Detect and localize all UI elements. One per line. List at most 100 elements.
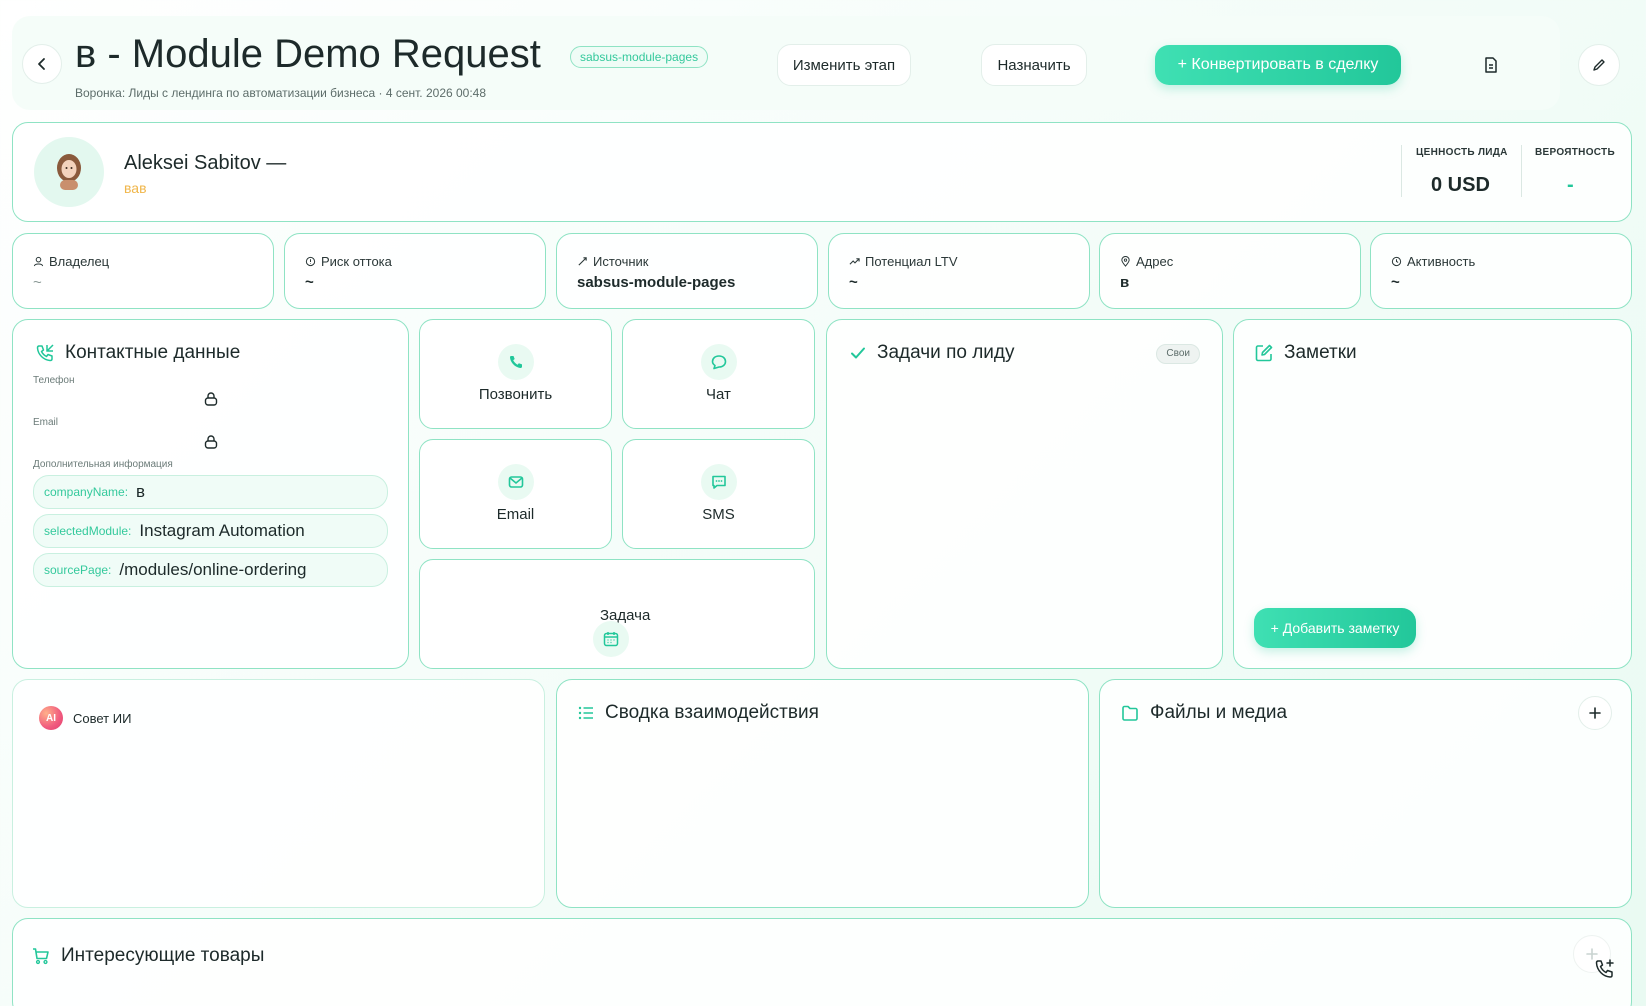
phone-icon [497,344,534,380]
floating-call-button[interactable] [1590,954,1620,984]
interaction-summary-card: Сводка взаимодействия [556,679,1089,908]
plus-icon [1588,706,1602,720]
call-label: Позвонить [478,386,553,403]
field-value: в [136,482,146,501]
info-card-ltv: Потенциал LTV ~ [828,233,1090,309]
lead-value: 0 USD [1431,174,1490,196]
email-action-label: Email [496,506,535,523]
phone-label: Телефон [33,375,75,386]
source-icon [577,256,588,267]
ai-badge-text: AI [46,712,56,724]
info-label: Источник [593,254,649,269]
call-action[interactable]: Позвонить [419,319,612,429]
avatar[interactable] [34,137,104,207]
clock-icon [1391,256,1402,267]
info-card-source: Источник sabsus-module-pages [556,233,818,309]
page-subtitle: Воронка: Лиды с лендинга по автоматизаци… [75,86,487,100]
info-label: Риск оттока [321,254,392,269]
field-key: companyName: [44,485,129,499]
list-icon [577,704,595,722]
field-value: /modules/online-ordering [119,560,307,579]
message-icon [700,464,737,500]
check-icon [849,344,867,362]
extra-info-label: Дополнительная информация [33,459,173,470]
info-label: Активность [1407,254,1476,269]
page-title: в - Module Demo Request [75,32,541,76]
files-title: Файлы и медиа [1150,702,1288,723]
pencil-icon [1591,57,1607,73]
ai-advice-card: AI Совет ИИ [12,679,545,908]
field-source-page: sourcePage: /modules/online-ordering [33,553,388,587]
probability-label: ВЕРОЯТНОСТЬ [1535,147,1615,158]
lock-icon [203,391,219,407]
tasks-title: Задачи по лиду [877,342,1015,363]
alert-icon [305,256,316,267]
cart-icon [31,946,51,966]
info-card-address: Адрес в [1099,233,1361,309]
info-label: Владелец [49,254,110,269]
add-note-button[interactable]: + Добавить заметку [1254,608,1416,648]
info-label: Потенциал LTV [865,254,958,269]
interested-products-card: Интересующие товары [12,918,1632,1006]
email-label: Email [33,417,59,428]
info-value: sabsus-module-pages [577,274,736,291]
email-action[interactable]: Email [419,439,612,549]
chevron-left-icon [34,56,50,72]
user-icon [33,256,44,267]
ai-badge: AI [39,706,63,730]
info-card-churn-risk: Риск оттока ~ [284,233,546,309]
chat-action[interactable]: Чат [622,319,815,429]
info-value: ~ [1391,274,1400,291]
trend-icon [849,256,860,267]
stat-divider [1521,145,1522,197]
source-tag: sabsus-module-pages [570,46,709,68]
info-label: Адрес [1136,254,1174,269]
notes-card: Заметки + Добавить заметку [1233,319,1632,669]
phone-incoming-icon [35,343,55,363]
probability-value: - [1567,174,1574,196]
contact-company: вав [124,180,147,196]
info-card-owner: Владелец ~ [12,233,274,309]
edit-button[interactable] [1578,44,1620,86]
lead-value-label: ЦЕННОСТЬ ЛИДА [1416,147,1508,158]
edit-note-icon [1254,343,1274,363]
ai-title: Совет ИИ [73,711,132,726]
info-value: ~ [305,274,314,291]
info-value: ~ [849,274,858,291]
notes-title: Заметки [1284,342,1357,363]
mail-icon [497,464,534,500]
assign-button[interactable]: Назначить [981,44,1087,86]
document-button[interactable] [1471,44,1511,86]
files-media-card: Файлы и медиа [1099,679,1632,908]
convert-to-deal-button[interactable]: + Конвертировать в сделку [1155,45,1401,85]
sms-action[interactable]: SMS [622,439,815,549]
field-key: selectedModule: [44,524,132,538]
contact-data-title: Контактные данные [65,342,241,363]
lead-tasks-card: Задачи по лиду Свои [826,319,1223,669]
summary-title: Сводка взаимодействия [605,702,819,723]
task-action[interactable]: Задача [419,559,815,669]
calendar-icon [593,621,630,657]
change-stage-button[interactable]: Изменить этап [777,44,911,86]
sms-label: SMS [702,506,735,523]
stat-divider [1401,145,1402,197]
info-card-activity: Активность ~ [1370,233,1632,309]
field-selected-module: selectedModule: Instagram Automation [33,514,388,548]
tasks-filter[interactable]: Свои [1156,344,1200,364]
info-value: ~ [33,274,42,291]
folder-icon [1120,703,1140,723]
contact-name: Aleksei Sabitov — [124,152,287,174]
field-company-name: companyName: в [33,475,388,509]
contact-data-card: Контактные данные Телефон Email Дополнит… [12,319,409,669]
phone-plus-icon [1593,957,1617,981]
pin-icon [1120,256,1131,267]
lock-icon [203,434,219,450]
field-value: Instagram Automation [139,521,305,540]
document-icon [1482,56,1500,74]
back-button[interactable] [22,44,62,84]
chat-icon [700,344,737,380]
chat-label: Чат [706,386,731,403]
field-key: sourcePage: [44,563,112,577]
products-title: Интересующие товары [61,945,265,966]
add-file-button[interactable] [1578,696,1612,730]
